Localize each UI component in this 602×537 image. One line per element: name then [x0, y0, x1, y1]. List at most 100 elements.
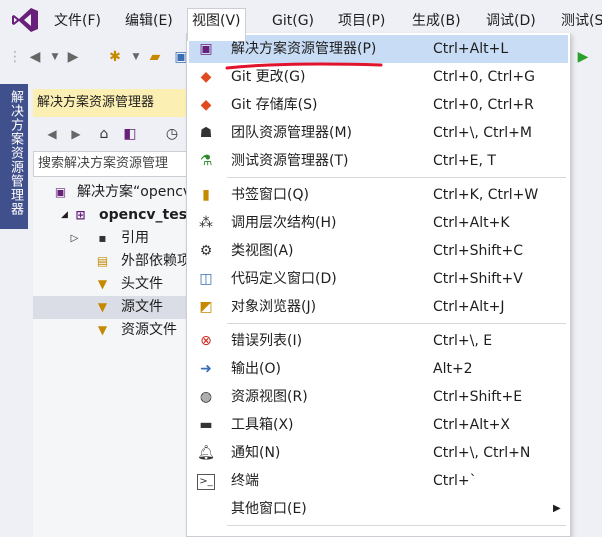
call-hierarchy-icon: ⁂	[199, 215, 213, 231]
solution-explorer-panel: 解决方案资源管理器 ◀ ▶ ⌂ ◧ ◷ 搜索解决方案资源管理 ▣ 解决方案“op…	[33, 89, 193, 537]
menu-item-test-explorer[interactable]: ⚗ 测试资源管理器(T) Ctrl+E, T	[189, 147, 568, 175]
tree-item-label: 外部依赖项	[121, 253, 191, 269]
tree-item-solution[interactable]: ▣ 解决方案“opencv	[33, 181, 193, 204]
team-explorer-icon: ☗	[199, 125, 213, 141]
menu-item-call-hierarchy[interactable]: ⁂ 调用层次结构(H) Ctrl+Alt+K	[189, 209, 568, 237]
filter-folder-icon: ▼	[97, 323, 108, 337]
tree-item-external-deps[interactable]: ▤ 外部依赖项	[33, 250, 193, 273]
menu-item-shortcut: Ctrl+`	[433, 473, 477, 489]
menu-project[interactable]: 项目(P)	[334, 9, 389, 33]
menu-item-shortcut: Ctrl+Alt+J	[433, 299, 505, 315]
back-icon[interactable]: ◀	[26, 48, 44, 66]
submenu-arrow-icon: ▶	[553, 503, 561, 514]
forward-icon[interactable]: ▶	[64, 48, 82, 66]
menu-item-other-windows[interactable]: 其他窗口(E) ▶	[189, 495, 568, 523]
filter-folder-icon: ▼	[97, 277, 108, 291]
menu-item-resource-view[interactable]: ◍ 资源视图(R) Ctrl+Shift+E	[189, 383, 568, 411]
menu-build[interactable]: 生成(B)	[408, 9, 465, 33]
menu-git[interactable]: Git(G)	[268, 9, 318, 33]
menu-item-git-repository[interactable]: ◆ Git 存储库(S) Ctrl+0, Ctrl+R	[189, 91, 568, 119]
menu-separator	[227, 177, 566, 178]
menu-file[interactable]: 文件(F)	[50, 9, 105, 33]
view-menu-dropdown: ▣ 解决方案资源管理器(P) Ctrl+Alt+L ◆ Git 更改(G) Ct…	[186, 33, 571, 537]
pending-changes-icon[interactable]: ◷	[163, 125, 181, 143]
tree-item-header-files[interactable]: ▼ 头文件	[33, 273, 193, 296]
menu-item-label: 错误列表(I)	[231, 333, 303, 349]
tree-item-label: opencv_test	[99, 207, 193, 223]
menu-item-shortcut: Ctrl+Alt+X	[433, 417, 510, 433]
solution-icon: ▣	[54, 185, 67, 199]
menu-edit[interactable]: 编辑(E)	[121, 9, 177, 33]
filter-folder-icon: ▼	[97, 300, 108, 314]
menu-item-shortcut: Ctrl+Alt+K	[433, 215, 510, 231]
tree-item-references[interactable]: ▷ ▪ 引用	[33, 227, 193, 250]
external-deps-icon: ▤	[96, 254, 109, 268]
output-icon: ➜	[200, 361, 212, 377]
side-tab-label: 解决方案资源管理器	[8, 90, 23, 216]
terminal-icon: >_	[197, 474, 215, 490]
new-item-dropdown-icon[interactable]: ▼	[127, 48, 145, 66]
git-repository-icon: ◆	[200, 97, 212, 113]
panel-back-icon[interactable]: ◀	[43, 125, 61, 143]
menu-item-shortcut: Ctrl+\, Ctrl+N	[433, 445, 531, 461]
open-folder-icon[interactable]: ▰	[146, 48, 164, 66]
menu-item-code-definition[interactable]: ◫ 代码定义窗口(D) Ctrl+Shift+V	[189, 265, 568, 293]
menu-item-label: Git 存储库(S)	[231, 97, 318, 113]
menu-item-label: 调用层次结构(H)	[231, 215, 337, 231]
menu-item-shortcut: Ctrl+0, Ctrl+R	[433, 97, 534, 113]
menu-item-object-browser[interactable]: ◩ 对象浏览器(J) Ctrl+Alt+J	[189, 293, 568, 321]
back-dropdown-icon[interactable]: ▼	[46, 48, 64, 66]
bookmark-icon: ▮	[202, 187, 210, 203]
menu-item-toolbox[interactable]: ▬ 工具箱(X) Ctrl+Alt+X	[189, 411, 568, 439]
menu-item-terminal[interactable]: >_ 终端 Ctrl+`	[189, 467, 568, 495]
menu-view[interactable]: 视图(V)	[187, 8, 246, 41]
tree-item-label: 头文件	[121, 276, 163, 292]
menu-item-notifications[interactable]: 🔔︎ 通知(N) Ctrl+\, Ctrl+N	[189, 439, 568, 467]
red-underline-annotation	[225, 62, 383, 70]
menu-item-output[interactable]: ➜ 输出(O) Alt+2	[189, 355, 568, 383]
menu-test[interactable]: 测试(S	[557, 9, 602, 33]
collapsed-arrow-icon[interactable]: ▷	[67, 231, 82, 246]
menu-item-label: 资源视图(R)	[231, 389, 308, 405]
toolbar-grip-icon[interactable]: ⋮	[8, 48, 22, 66]
error-list-icon: ⊗	[200, 333, 212, 349]
menu-item-bookmark-window[interactable]: ▮ 书签窗口(Q) Ctrl+K, Ctrl+W	[189, 181, 568, 209]
switch-view-icon[interactable]: ◧	[121, 125, 139, 143]
tree-item-label: 源文件	[121, 299, 163, 315]
tree-item-label: 资源文件	[121, 322, 177, 338]
references-icon: ▪	[98, 231, 107, 245]
class-view-icon: ⚙	[199, 243, 213, 259]
menu-item-shortcut: Ctrl+K, Ctrl+W	[433, 187, 539, 203]
menu-item-shortcut: Ctrl+E, T	[433, 153, 496, 169]
menu-item-label: 工具箱(X)	[231, 417, 294, 433]
menu-item-error-list[interactable]: ⊗ 错误列表(I) Ctrl+\, E	[189, 327, 568, 355]
menu-separator	[227, 323, 566, 324]
menu-item-shortcut: Ctrl+\, Ctrl+M	[433, 125, 532, 141]
panel-forward-icon[interactable]: ▶	[67, 125, 85, 143]
expanded-arrow-icon[interactable]: ◢	[57, 208, 72, 223]
solution-explorer-side-tab[interactable]: 解决方案资源管理器	[0, 84, 28, 229]
new-item-icon[interactable]: ✱	[106, 48, 124, 66]
menu-item-team-explorer[interactable]: ☗ 团队资源管理器(M) Ctrl+\, Ctrl+M	[189, 119, 568, 147]
menu-separator	[227, 525, 566, 526]
tree-item-project[interactable]: ◢ ⊞ opencv_test	[33, 204, 193, 227]
menu-item-label: 代码定义窗口(D)	[231, 271, 337, 287]
code-definition-icon: ◫	[199, 271, 213, 287]
menu-debug[interactable]: 调试(D)	[482, 9, 540, 33]
tree-item-source-files[interactable]: ▼ 源文件	[33, 296, 193, 319]
object-browser-icon: ◩	[199, 299, 213, 315]
tree-item-label: 解决方案“opencv	[77, 184, 192, 200]
visual-studio-logo-icon[interactable]	[10, 6, 40, 34]
git-changes-icon: ◆	[200, 69, 212, 85]
solution-search-input[interactable]: 搜索解决方案资源管理	[33, 151, 193, 177]
panel-title[interactable]: 解决方案资源管理器	[33, 89, 193, 117]
menu-item-shortcut: Ctrl+Shift+C	[433, 243, 523, 259]
menu-item-shortcut: Ctrl+Shift+E	[433, 389, 523, 405]
start-debug-icon[interactable]: ▶	[574, 48, 592, 66]
toolbox-icon: ▬	[199, 417, 213, 433]
menu-item-label: 类视图(A)	[231, 243, 294, 259]
panel-toolbar: ◀ ▶ ⌂ ◧ ◷	[33, 117, 193, 151]
menu-item-class-view[interactable]: ⚙ 类视图(A) Ctrl+Shift+C	[189, 237, 568, 265]
home-icon[interactable]: ⌂	[95, 125, 113, 143]
tree-item-resource-files[interactable]: ▼ 资源文件	[33, 319, 193, 342]
